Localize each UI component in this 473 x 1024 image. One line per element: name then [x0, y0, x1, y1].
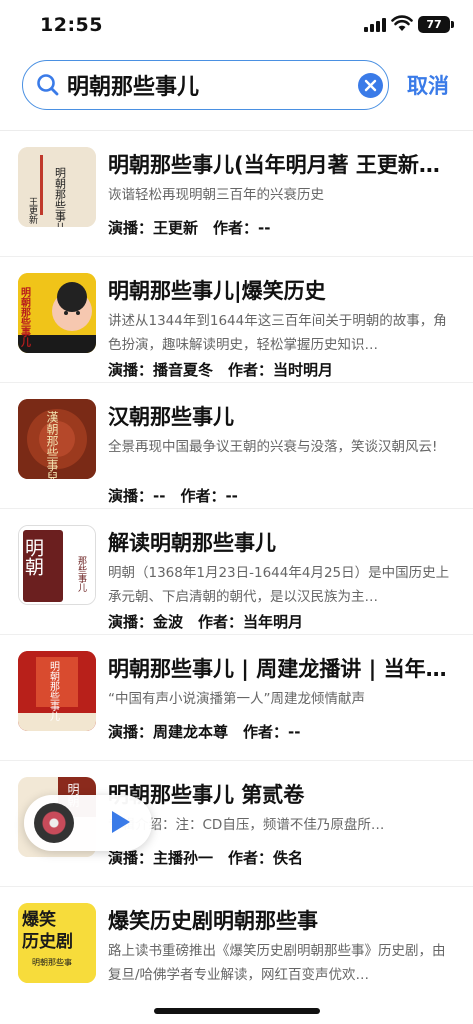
search-input[interactable]: [67, 69, 337, 101]
result-list[interactable]: 明朝那些事儿 王更新 明朝那些事儿(当年明月著 王更新… 诙谐轻松再现明朝三百年…: [0, 131, 473, 1013]
item-title: 明朝那些事儿 第贰卷: [108, 783, 305, 807]
mini-player[interactable]: [24, 795, 152, 851]
item-title: 明朝那些事儿(当年明月著 王更新…: [108, 153, 440, 177]
cancel-button[interactable]: 取消: [407, 70, 449, 100]
search-box[interactable]: [22, 60, 389, 110]
item-desc: “中国有声小说演播第一人”周建龙倾情献声: [108, 691, 365, 707]
book-cover-icon: 明朝 那些事儿: [18, 525, 96, 605]
home-indicator[interactable]: [154, 1008, 320, 1014]
item-desc: 全景再现中国最争议王朝的兴衰与没落，笑谈汉朝风云!: [108, 439, 438, 455]
item-desc: 专辑介绍：注：CD自压，频谱不佳乃原盘所…: [108, 817, 385, 833]
status-bar: 12:55 77: [0, 0, 473, 52]
battery-level: 77: [426, 18, 442, 31]
item-title: 汉朝那些事儿: [108, 405, 234, 429]
cover-title-text: 漢朝那些事兒: [45, 411, 59, 479]
item-title: 解读明朝那些事儿: [108, 531, 276, 555]
item-desc: 明朝（1368年1月23日-1644年4月25日）是中国历史上承元朝、下启清朝的…: [108, 565, 450, 605]
book-cover-icon: 漢朝那些事兒: [18, 399, 96, 479]
wifi-icon: [391, 15, 413, 31]
book-cover-icon: 爆笑 历史剧 明朝那些事: [18, 903, 96, 983]
cover-title-text: 明朝那些事儿: [54, 167, 67, 227]
item-title: 爆笑历史剧明朝那些事: [108, 909, 318, 933]
clear-icon[interactable]: [358, 73, 383, 98]
album-disc-icon[interactable]: [34, 803, 74, 843]
list-item[interactable]: 明朝那些事儿 王更新 明朝那些事儿(当年明月著 王更新… 诙谐轻松再现明朝三百年…: [0, 131, 473, 257]
search-icon: [37, 74, 59, 96]
item-meta: 演播：播音夏冬 作者：当时明月: [108, 361, 334, 379]
status-time: 12:55: [40, 14, 103, 36]
item-title: 明朝那些事儿|爆笑历史: [108, 279, 326, 303]
book-cover-icon: 明朝那些事儿: [18, 273, 96, 353]
book-cover-icon: 明朝那些事儿: [18, 651, 96, 731]
cover-line1-text: 爆笑: [22, 909, 56, 930]
item-meta: 演播：周建龙本尊 作者：--: [108, 723, 301, 741]
item-title: 明朝那些事儿 | 周建龙播讲 | 当年…: [108, 657, 447, 681]
play-icon[interactable]: [112, 811, 130, 833]
battery-icon: 77: [418, 16, 454, 33]
item-meta: 演播：-- 作者：--: [108, 487, 238, 505]
book-cover-icon: 明朝那些事儿 王更新: [18, 147, 96, 227]
item-meta: 演播：王更新 作者：--: [108, 219, 271, 237]
item-desc: 诙谐轻松再现明朝三百年的兴衰历史: [108, 187, 324, 203]
item-desc: 讲述从1344年到1644年这三百年间关于明朝的故事，角色扮演，趣味解读明史，轻…: [108, 313, 447, 353]
list-item[interactable]: 明朝那些事儿 明朝那些事儿|爆笑历史 讲述从1344年到1644年这三百年间关于…: [0, 257, 473, 383]
list-item[interactable]: 明朝 那些事儿 解读明朝那些事儿 明朝（1368年1月23日-1644年4月25…: [0, 509, 473, 635]
item-meta: 演播：主播孙一 作者：佚名: [108, 849, 304, 867]
list-item[interactable]: 明朝那些事儿 明朝那些事儿 | 周建龙播讲 | 当年… “中国有声小说演播第一人…: [0, 635, 473, 761]
cover-title-text: 明朝: [22, 538, 44, 576]
cover-subtitle-text: 那些事儿: [76, 556, 87, 593]
item-desc: 路上读书重磅推出《爆笑历史剧明朝那些事》历史剧，由复旦/哈佛学者专业解读，网红百…: [108, 943, 446, 983]
signal-icon: [364, 18, 386, 32]
cover-line3-text: 明朝那些事: [32, 957, 72, 967]
list-item[interactable]: 漢朝那些事兒 汉朝那些事儿 全景再现中国最争议王朝的兴衰与没落，笑谈汉朝风云! …: [0, 383, 473, 509]
item-meta: 演播：金波 作者：当年明月: [108, 613, 304, 631]
cover-title-text: 明朝那些事儿: [48, 661, 60, 722]
cover-line2-text: 历史剧: [22, 931, 73, 952]
list-item[interactable]: 爆笑 历史剧 明朝那些事 爆笑历史剧明朝那些事 路上读书重磅推出《爆笑历史剧明朝…: [0, 887, 473, 1013]
cover-author-text: 王更新: [27, 197, 38, 225]
